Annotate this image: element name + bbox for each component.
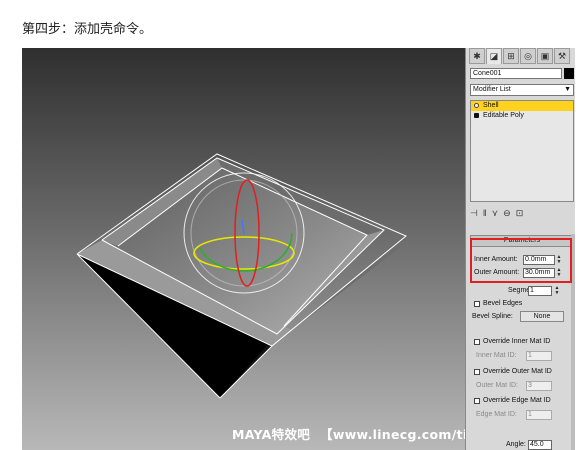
stack-item-shell[interactable]: Shell — [471, 101, 573, 111]
override-edge-mat-checkbox[interactable] — [474, 398, 480, 404]
object-name-field[interactable]: Cone001 — [470, 68, 562, 79]
segments-spinner-icon[interactable]: ▲ ▼ — [554, 286, 560, 296]
stack-item-label: Editable Poly — [483, 112, 524, 119]
max-screenshot: MAYA特效吧 【www.linecg.com/tieba/1745】 ✱ ◪ ⊞… — [22, 48, 575, 450]
override-outer-mat-checkbox[interactable] — [474, 369, 480, 375]
override-inner-mat-label: Override Inner Mat ID — [483, 338, 551, 345]
expand-icon[interactable] — [474, 113, 479, 118]
stack-toolbar: ⊣ ‖ ⋎ ⊖ ⊡ — [470, 206, 574, 220]
override-inner-mat-checkbox[interactable] — [474, 339, 480, 345]
display-tab-icon[interactable]: ▣ — [537, 48, 553, 64]
create-tab-icon[interactable]: ✱ — [469, 48, 485, 64]
amount-highlight-box — [470, 238, 572, 283]
bevel-edges-checkbox[interactable] — [474, 301, 480, 307]
lightbulb-icon[interactable] — [474, 103, 479, 108]
shell-pyramid-model — [76, 153, 407, 399]
inner-mat-id-label: Inner Mat ID: — [476, 352, 517, 359]
segments-input[interactable]: 1 — [528, 286, 552, 296]
configure-sets-icon[interactable]: ⊡ — [516, 208, 524, 219]
chevron-down-icon: ▼ — [564, 86, 571, 93]
modifier-list-label: Modifier List — [473, 86, 511, 93]
watermark-brand: MAYA特效吧 — [232, 427, 311, 442]
outer-mat-id-label: Outer Mat ID: — [476, 382, 519, 389]
show-end-result-icon[interactable]: ‖ — [483, 208, 487, 218]
angle-label: Angle: — [506, 441, 526, 448]
make-unique-icon[interactable]: ⋎ — [492, 208, 499, 219]
angle-input[interactable]: 45.0 — [528, 440, 552, 450]
utilities-tab-icon[interactable]: ⚒ — [554, 48, 570, 64]
motion-tab-icon[interactable]: ◎ — [520, 48, 536, 64]
edge-mat-id-input[interactable]: 1 — [526, 410, 552, 420]
modifier-stack: Shell Editable Poly — [470, 100, 574, 202]
hierarchy-tab-icon[interactable]: ⊞ — [503, 48, 519, 64]
edge-mat-id-label: Edge Mat ID: — [476, 411, 517, 418]
override-outer-mat-label: Override Outer Mat ID — [483, 368, 552, 375]
step-title: 第四步：添加壳命令。 — [22, 22, 153, 37]
remove-modifier-icon[interactable]: ⊖ — [503, 208, 511, 219]
stack-item-label: Shell — [483, 102, 499, 109]
perspective-viewport[interactable]: MAYA特效吧 【www.linecg.com/tieba/1745】 — [22, 48, 548, 450]
modify-tab-icon[interactable]: ◪ — [486, 48, 502, 64]
bevel-spline-label: Bevel Spline: — [472, 313, 513, 320]
inner-mat-id-input[interactable]: 1 — [526, 351, 552, 361]
pin-stack-icon[interactable]: ⊣ — [470, 208, 478, 219]
bevel-spline-button[interactable]: None — [520, 311, 564, 322]
override-edge-mat-label: Override Edge Mat ID — [483, 397, 551, 404]
modifier-list-dropdown[interactable]: Modifier List ▼ — [470, 84, 574, 96]
command-panel-tabs: ✱ ◪ ⊞ ◎ ▣ ⚒ — [469, 48, 573, 65]
stack-item-editable-poly[interactable]: Editable Poly — [471, 111, 573, 121]
outer-mat-id-input[interactable]: 3 — [526, 381, 552, 391]
object-color-swatch[interactable] — [564, 68, 574, 79]
bevel-edges-label: Bevel Edges — [483, 300, 523, 307]
